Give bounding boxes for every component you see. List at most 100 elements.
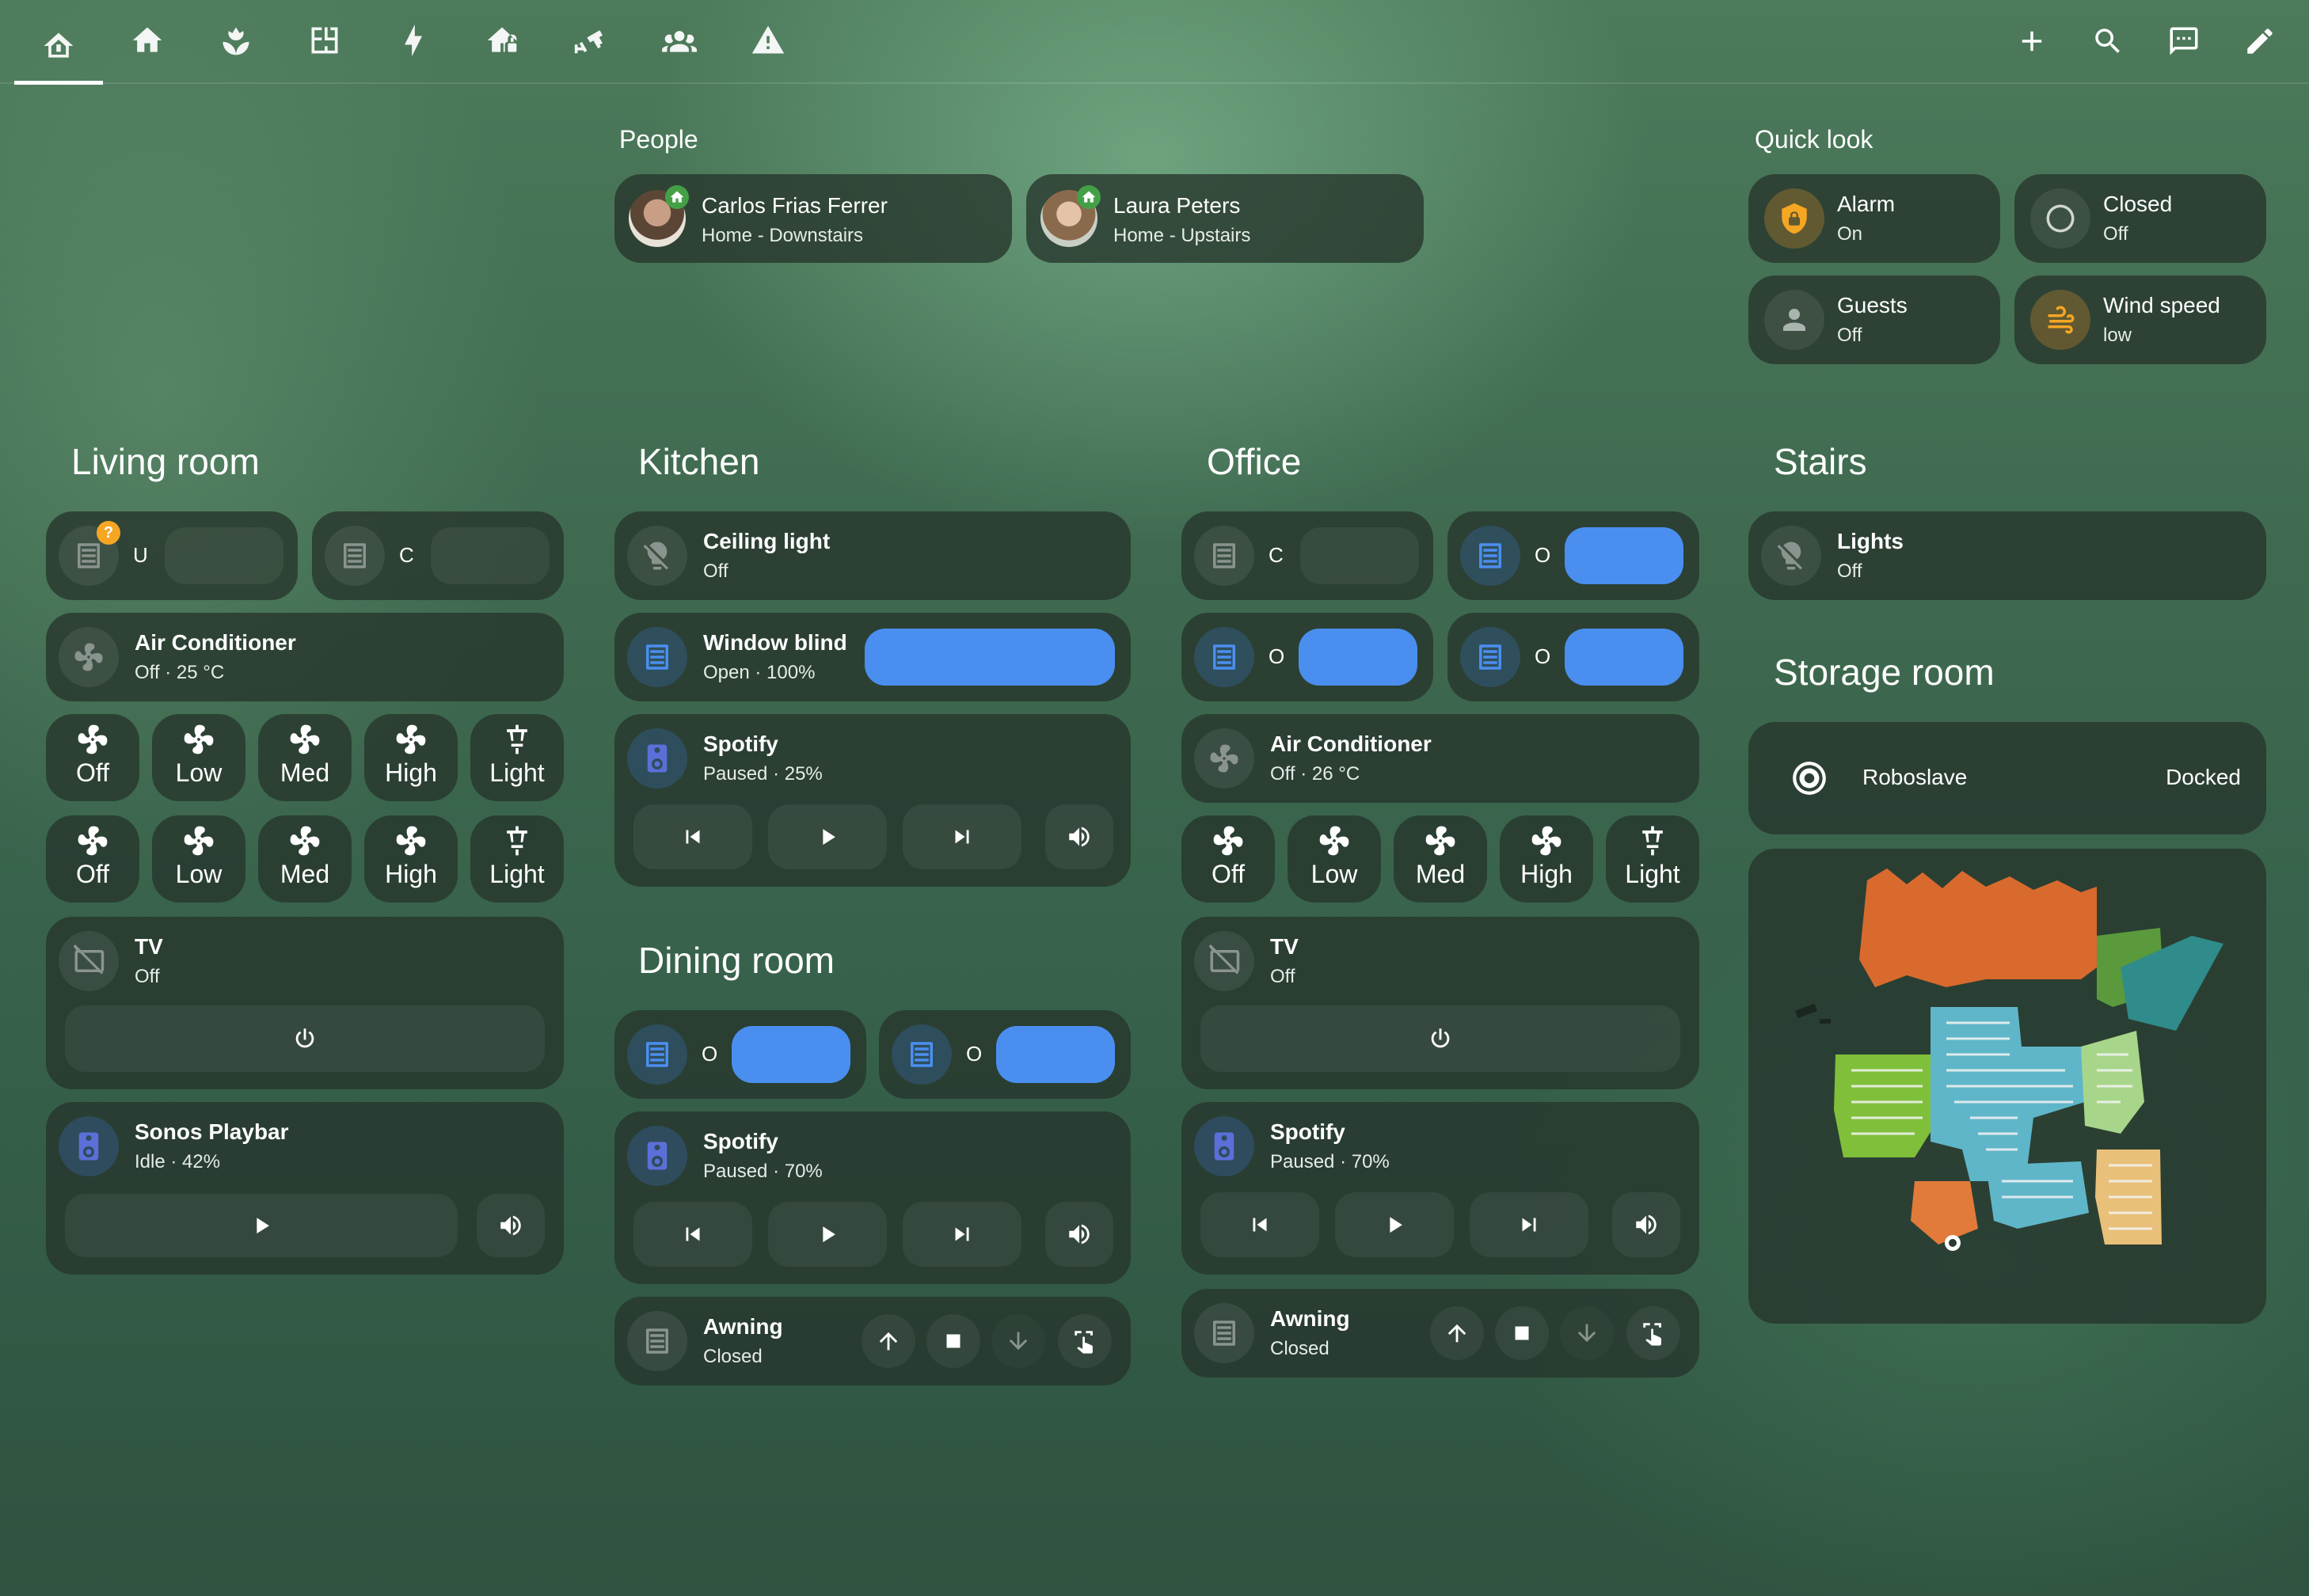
cover-position-slider[interactable]	[1299, 629, 1417, 686]
cover-letter: O	[702, 1042, 718, 1066]
cover-position-slider[interactable]	[165, 527, 283, 584]
quick-look-wind-speed[interactable]: Wind speed low	[2014, 276, 2266, 364]
quick-look-alarm[interactable]: Alarm On	[1748, 174, 2000, 263]
play-button[interactable]	[768, 1202, 887, 1267]
office-tv-card[interactable]: TV Off	[1181, 917, 1699, 1089]
fan-mode-med[interactable]: Med	[258, 714, 352, 801]
office-ac-card[interactable]: Air Conditioner Off · 26 °C	[1181, 714, 1699, 803]
dining-cover-2[interactable]: O	[879, 1010, 1131, 1099]
awning-open-button[interactable]	[862, 1314, 915, 1368]
play-button[interactable]	[1335, 1192, 1454, 1257]
fan-mode-low[interactable]: Low	[152, 714, 245, 801]
office-cover-1[interactable]: C	[1181, 511, 1433, 600]
vacuum-card[interactable]: Roboslave Docked	[1748, 722, 2266, 834]
awning-close-button[interactable]	[991, 1314, 1045, 1368]
fan-mode-low[interactable]: Low	[152, 815, 245, 902]
office-awning-card[interactable]: Awning Closed	[1181, 1289, 1699, 1378]
kitchen-blind-card[interactable]: Window blind Open · 100%	[614, 613, 1131, 701]
kitchen-light-card[interactable]: Ceiling light Off	[614, 511, 1131, 600]
cover-position-slider[interactable]	[1300, 527, 1419, 584]
awning-more-button[interactable]	[1626, 1306, 1680, 1360]
previous-track-button[interactable]	[633, 1202, 752, 1267]
volume-button[interactable]	[1612, 1192, 1680, 1257]
tab-cameras[interactable]	[546, 11, 635, 70]
fan-mode-light[interactable]: Light	[1606, 815, 1699, 902]
fan-mode-off[interactable]: Off	[1181, 815, 1275, 902]
dining-room-heading: Dining room	[638, 940, 835, 981]
volume-button[interactable]	[477, 1194, 545, 1257]
living-media-card[interactable]: Sonos Playbar Idle · 42%	[46, 1102, 564, 1275]
living-tv-card[interactable]: TV Off	[46, 917, 564, 1089]
awning-more-button[interactable]	[1058, 1314, 1112, 1368]
fan-mode-light[interactable]: Light	[470, 815, 564, 902]
awning-stop-button[interactable]	[926, 1314, 980, 1368]
next-track-button[interactable]	[903, 804, 1021, 869]
quick-look-closed[interactable]: Closed Off	[2014, 174, 2266, 263]
office-media-card[interactable]: Spotify Paused · 70%	[1181, 1102, 1699, 1275]
tab-floorplan[interactable]	[280, 11, 369, 70]
alert-icon	[751, 25, 785, 54]
dining-media-card[interactable]: Spotify Paused · 70%	[614, 1112, 1131, 1284]
tab-energy[interactable]	[369, 11, 458, 70]
person-card-carlos[interactable]: Carlos Frias Ferrer Home - Downstairs	[614, 174, 1012, 263]
vacuum-map[interactable]	[1748, 849, 2266, 1324]
person-card-laura[interactable]: Laura Peters Home - Upstairs	[1026, 174, 1424, 263]
fan-mode-med[interactable]: Med	[258, 815, 352, 902]
next-track-button[interactable]	[903, 1202, 1021, 1267]
tv-power-button[interactable]	[65, 1005, 545, 1072]
next-track-button[interactable]	[1470, 1192, 1588, 1257]
living-ac-card[interactable]: Air Conditioner Off · 25 °C	[46, 613, 564, 701]
media-name: Sonos Playbar	[135, 1119, 289, 1144]
tile-name: Wind speed	[2103, 293, 2220, 317]
previous-track-button[interactable]	[1200, 1192, 1319, 1257]
dining-awning-card[interactable]: Awning Closed	[614, 1297, 1131, 1385]
assist-button[interactable]	[2160, 17, 2208, 65]
fan-mode-med[interactable]: Med	[1394, 815, 1487, 902]
edit-dashboard-button[interactable]	[2236, 17, 2284, 65]
office-cover-3[interactable]: O	[1181, 613, 1433, 701]
fan-mode-high[interactable]: High	[1500, 815, 1593, 902]
awning-open-button[interactable]	[1430, 1306, 1484, 1360]
quick-look-guests[interactable]: Guests Off	[1748, 276, 2000, 364]
play-button[interactable]	[768, 804, 887, 869]
cover-position-slider[interactable]	[431, 527, 550, 584]
tv-state: Off	[1270, 966, 1295, 987]
tv-power-button[interactable]	[1200, 1005, 1680, 1072]
fan-mode-high[interactable]: High	[364, 815, 458, 902]
tab-alerts[interactable]	[724, 11, 812, 70]
fan-mode-light[interactable]: Light	[470, 714, 564, 801]
previous-track-button[interactable]	[633, 804, 752, 869]
dining-cover-1[interactable]: O	[614, 1010, 866, 1099]
office-cover-4[interactable]: O	[1447, 613, 1699, 701]
tab-garden[interactable]	[192, 11, 280, 70]
media-name: Spotify	[1270, 1119, 1345, 1144]
speaker-icon	[59, 1116, 119, 1176]
tab-people[interactable]	[635, 11, 724, 70]
volume-button[interactable]	[1045, 804, 1113, 869]
tab-home[interactable]	[14, 11, 103, 85]
blind-position-slider[interactable]	[865, 629, 1115, 686]
living-cover-u[interactable]: ? U	[46, 511, 298, 600]
volume-button[interactable]	[1045, 1202, 1113, 1267]
awning-close-button[interactable]	[1560, 1306, 1614, 1360]
kitchen-media-card[interactable]: Spotify Paused · 25%	[614, 714, 1131, 887]
fan-mode-low[interactable]: Low	[1288, 815, 1381, 902]
cover-position-slider[interactable]	[732, 1026, 850, 1083]
search-button[interactable]	[2084, 17, 2132, 65]
stairs-lights-card[interactable]: Lights Off	[1748, 511, 2266, 600]
play-button[interactable]	[65, 1194, 458, 1257]
cover-position-slider[interactable]	[1565, 527, 1683, 584]
tab-security[interactable]	[458, 11, 546, 70]
add-button[interactable]	[2008, 17, 2056, 65]
living-cover-c[interactable]: C	[312, 511, 564, 600]
tv-state: Off	[135, 966, 160, 987]
office-cover-2[interactable]: O	[1447, 511, 1699, 600]
fan-mode-high[interactable]: High	[364, 714, 458, 801]
vacuum-name: Roboslave	[1862, 765, 1968, 789]
cover-position-slider[interactable]	[1565, 629, 1683, 686]
fan-mode-off[interactable]: Off	[46, 815, 139, 902]
tab-house[interactable]	[103, 11, 192, 70]
awning-stop-button[interactable]	[1495, 1306, 1549, 1360]
fan-mode-off[interactable]: Off	[46, 714, 139, 801]
cover-position-slider[interactable]	[996, 1026, 1115, 1083]
